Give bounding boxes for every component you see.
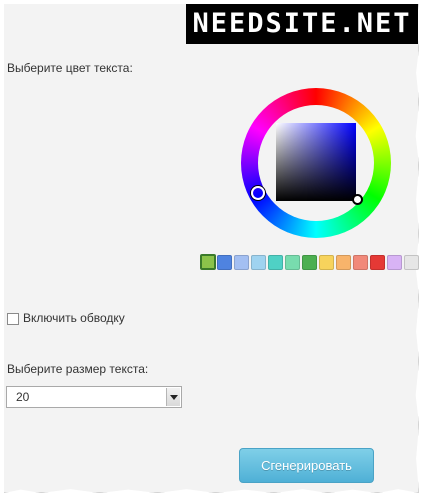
color-swatch[interactable] [217, 255, 232, 270]
hue-marker[interactable] [251, 186, 265, 200]
color-picker[interactable] [241, 88, 391, 238]
color-swatch[interactable] [387, 255, 402, 270]
color-swatch[interactable] [336, 255, 351, 270]
generate-button[interactable]: Сгенерировать [239, 448, 374, 483]
form-panel [4, 4, 419, 493]
text-size-label: Выберите размер текста: [7, 362, 149, 376]
color-swatch[interactable] [268, 255, 283, 270]
color-swatch[interactable] [302, 255, 317, 270]
color-swatch[interactable] [370, 255, 385, 270]
saturation-value-marker[interactable] [352, 194, 363, 205]
color-swatch[interactable] [200, 254, 216, 270]
chevron-down-icon[interactable] [166, 388, 180, 406]
saturation-value-square[interactable] [276, 123, 356, 201]
site-logo: NEEDSITE.NET [186, 4, 418, 44]
text-color-label: Выберите цвет текста: [7, 61, 133, 75]
color-swatch[interactable] [404, 255, 419, 270]
color-swatch[interactable] [251, 255, 266, 270]
color-swatch[interactable] [353, 255, 368, 270]
text-size-select[interactable]: 20 [6, 386, 182, 408]
color-swatch[interactable] [319, 255, 334, 270]
color-swatch[interactable] [234, 255, 249, 270]
stroke-checkbox[interactable] [7, 313, 19, 325]
stroke-label: Включить обводку [23, 311, 125, 325]
color-swatch[interactable] [285, 255, 300, 270]
text-size-value: 20 [16, 390, 30, 404]
